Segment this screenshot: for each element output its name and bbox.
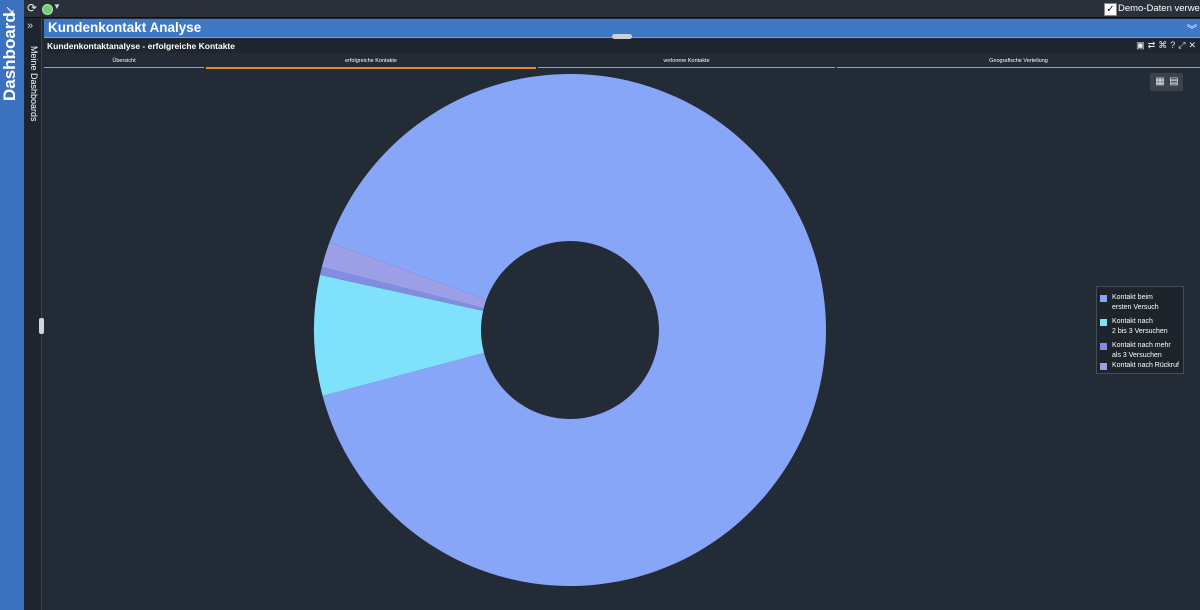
legend-swatch — [1100, 343, 1107, 350]
my-dashboards-rail[interactable]: » Meine Dashboards — [25, 18, 42, 610]
refresh-icon[interactable]: ⟳ — [27, 1, 37, 15]
maximize-icon[interactable]: ⤢ — [1178, 40, 1185, 51]
left-rail: ↘ Dashboard — [0, 0, 25, 610]
status-indicator-icon[interactable] — [42, 4, 53, 15]
tab-verlorene-kontakte[interactable]: verlorene Kontakte — [538, 57, 835, 68]
panel-header: Kundenkontaktanalyse - erfolgreiche Kont… — [44, 39, 1200, 53]
legend-label: Kontakt nach mehr als 3 Versuchen — [1112, 342, 1171, 359]
demo-data-checkbox[interactable]: ✓ — [1104, 3, 1117, 16]
donut-chart — [314, 74, 826, 586]
grid-view-icon[interactable]: ▤ — [1168, 76, 1180, 88]
dashboard-title: Kundenkontakt Analyse — [48, 20, 202, 35]
chevron-down-icon[interactable]: ▼ — [53, 2, 61, 11]
panel-title: Kundenkontaktanalyse - erfolgreiche Kont… — [47, 41, 235, 51]
view-toggle: ▦ ▤ — [1150, 73, 1183, 91]
tab-geografische-verteilung[interactable]: Geografische Verteilung — [837, 57, 1200, 68]
legend-label: Kontakt beim ersten Versuch — [1112, 294, 1159, 311]
settings-icon[interactable]: ⌘ — [1158, 40, 1167, 51]
tab-uebersicht[interactable]: Übersicht — [44, 57, 204, 68]
legend-swatch — [1100, 363, 1107, 370]
legend-swatch — [1100, 319, 1107, 326]
expand-icon[interactable]: » — [27, 20, 33, 32]
copy-icon[interactable]: ▣ — [1136, 40, 1145, 51]
top-toolbar: ⟳ ▼ ✓ Demo-Daten verwenden — [24, 0, 1200, 18]
legend-label: Kontakt nach 2 bis 3 Versuchen — [1112, 318, 1168, 335]
double-chevron-down-icon[interactable]: ︾ — [1187, 21, 1197, 36]
refresh-icon[interactable]: ⇄ — [1148, 40, 1156, 51]
demo-data-label: Demo-Daten verwenden — [1118, 3, 1200, 14]
legend-swatch — [1100, 295, 1107, 302]
panel-tools: ▣ ⇄ ⌘ ? ⤢ ✕ — [1136, 40, 1196, 51]
my-dashboards-label[interactable]: Meine Dashboards — [27, 46, 39, 122]
close-icon[interactable]: ✕ — [1188, 40, 1196, 51]
tab-bar: Übersicht erfolgreiche Kontakte verloren… — [44, 57, 1200, 69]
dashboard-rail-title[interactable]: Dashboard — [0, 12, 22, 101]
table-view-icon[interactable]: ▦ — [1154, 76, 1166, 88]
help-icon[interactable]: ? — [1170, 40, 1175, 51]
legend-label: Kontakt nach Rückruf — [1112, 362, 1179, 369]
chart-legend: Kontakt beim ersten Versuch Kontakt nach… — [1096, 286, 1184, 374]
